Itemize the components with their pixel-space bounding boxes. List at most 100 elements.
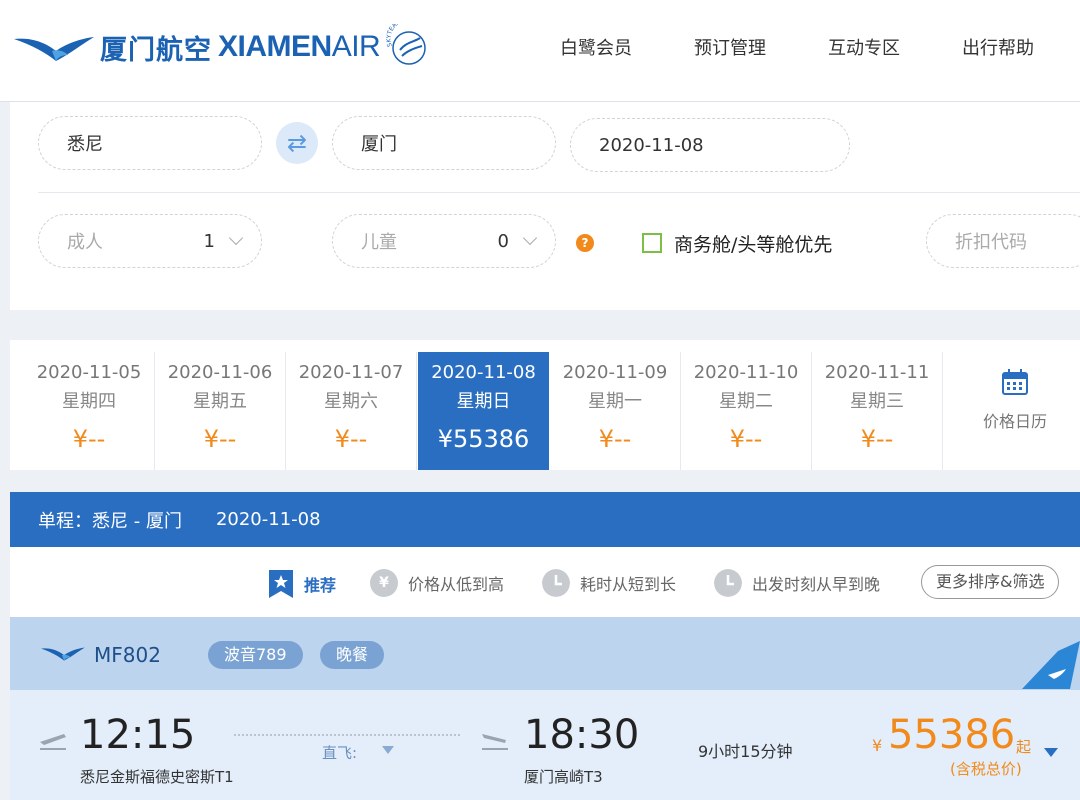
nav-booking-management[interactable]: 预订管理 [694,34,766,60]
departure-time: 12:15 [80,712,196,758]
price-calendar-button[interactable]: 价格日历 [950,352,1080,470]
nav-interactive-zone[interactable]: 互动专区 [828,34,900,60]
discount-code-input[interactable]: 折扣代码 [926,214,1080,268]
discount-code-placeholder: 折扣代码 [955,232,1027,253]
tax-note: (含税总价) [950,760,1022,778]
sort-price-label: 价格从低到高 [408,575,505,594]
swap-arrows-icon: ⇄ [286,129,308,157]
date-cell-weekday: 星期一 [588,391,642,412]
more-sort-filter-button[interactable]: 更多排序&筛选 [921,565,1060,599]
destination-value: 厦门 [361,134,397,155]
date-cell-date: 2020-11-10 [693,362,799,383]
arrival-time: 18:30 [524,712,640,758]
price-suffix: 起 [1016,738,1032,756]
brand-name-cn: 厦门航空 [100,34,212,66]
brand-name-en: XIAMENAIR [218,30,381,64]
clock-icon [542,569,570,597]
route-date: 2020-11-08 [215,509,321,530]
date-cell-date: 2020-11-06 [167,362,273,383]
aircraft-tag: 波音789 [208,641,303,669]
date-cell-date: 2020-11-05 [36,362,142,383]
date-cell[interactable]: 2020-11-06 星期五 ¥-- [155,352,286,470]
date-cell-date: 2020-11-08 [431,362,536,383]
date-cell-weekday: 星期四 [62,391,116,412]
date-cell-price: ¥-- [729,425,763,453]
sort-duration[interactable]: 耗时从短到长 [542,569,676,597]
search-panel: 悉尼 ⇄ 厦门 2020-11-08 成人 1 儿童 0 ? 商务舱/头等舱优先… [10,102,1080,310]
date-cell-price: ¥-- [860,425,894,453]
sort-recommend[interactable]: 推荐 [268,569,336,599]
nav-travel-help[interactable]: 出行帮助 [962,34,1034,60]
destination-field[interactable]: 厦门 [332,116,556,170]
panel-divider [38,192,1080,193]
date-cell[interactable]: 2020-11-07 星期六 ¥-- [286,352,417,470]
adult-count: 1 [203,230,215,252]
business-first-checkbox[interactable] [642,233,662,253]
route-line [234,734,460,736]
date-cell-selected[interactable]: 2020-11-08 星期日 ¥55386 [418,352,549,470]
yen-icon: ¥ [370,569,398,597]
date-cell[interactable]: 2020-11-10 星期二 ¥-- [681,352,812,470]
sort-price[interactable]: ¥ 价格从低到高 [370,569,504,597]
adult-label: 成人 [67,232,103,253]
flight-card-header: MF802 波音789 晚餐 [10,617,1080,690]
brand-name-en-bold: XIAMEN [218,30,332,63]
nav-egret-member[interactable]: 白鹭会员 [560,34,632,60]
chevron-down-icon [228,230,244,246]
date-cell-weekday: 星期六 [324,391,378,412]
business-first-label: 商务舱/头等舱优先 [674,234,833,256]
sort-departure[interactable]: 出发时刻从早到晚 [714,569,880,597]
caret-down-icon[interactable] [382,746,394,754]
sort-bar: 推荐 ¥ 价格从低到高 耗时从短到长 出发时刻从早到晚 更多排序&筛选 [10,547,1080,617]
aircraft-tail-icon [1022,641,1080,689]
stop-type: 直飞: [322,744,358,762]
svg-text:SKYTEAM: SKYTEAM [386,24,403,48]
adult-selector[interactable]: 成人 1 [38,214,262,268]
xiamen-air-logo[interactable]: 厦门航空 XIAMENAIR SKYTEAM [12,24,432,70]
meal-tag: 晚餐 [320,641,385,669]
date-cell-price: ¥-- [598,425,632,453]
sort-recommend-label: 推荐 [304,576,337,595]
main-nav: 白鹭会员 预订管理 互动专区 出行帮助 [560,34,1080,60]
expand-caret-icon[interactable] [1044,748,1058,757]
arrival-airport: 厦门高崎T3 [524,768,603,786]
flight-duration: 9小时15分钟 [698,742,793,761]
flight-card-body[interactable]: 12:15 悉尼金斯福德史密斯T1 直飞: 18:30 厦门高崎T3 9小时15… [10,690,1080,800]
price-currency: ¥ [872,736,883,755]
date-cell-price: ¥-- [72,425,106,453]
date-cell-weekday: 星期五 [193,391,247,412]
calendar-icon [1002,369,1028,395]
clock-icon [714,569,742,597]
date-cell-date: 2020-11-07 [298,362,404,383]
date-cell[interactable]: 2020-11-05 星期四 ¥-- [24,352,155,470]
skyteam-logo-icon: SKYTEAM [386,24,426,65]
chevron-down-icon [522,230,538,246]
site-header: 厦门航空 XIAMENAIR SKYTEAM 白鹭会员 预订管理 互动专区 出行… [0,0,1080,102]
date-cell-price: ¥-- [334,425,368,453]
date-cell-price: ¥-- [203,425,237,453]
help-icon[interactable]: ? [576,234,594,252]
child-selector[interactable]: 儿童 0 [332,214,556,268]
egret-logo-icon [41,647,85,661]
origin-field[interactable]: 悉尼 [38,116,262,170]
swap-cities-button[interactable]: ⇄ [276,122,318,164]
child-label: 儿童 [361,232,397,253]
takeoff-icon [40,734,66,750]
price-calendar-label: 价格日历 [982,412,1047,431]
route-summary-bar: 单程：悉尼 - 厦门 2020-11-08 [10,492,1080,547]
date-cell-price: ¥55386 [437,425,530,453]
date-cell[interactable]: 2020-11-11 星期三 ¥-- [812,352,943,470]
skyteam-text: SKYTEAM [386,24,403,48]
date-cell-date: 2020-11-11 [824,362,930,383]
date-cell-date: 2020-11-09 [562,362,668,383]
departure-airport: 悉尼金斯福德史密斯T1 [80,768,234,786]
child-count: 0 [497,230,509,252]
star-badge-icon [269,570,293,598]
origin-value: 悉尼 [67,134,103,155]
date-field[interactable]: 2020-11-08 [570,118,850,172]
route-label: 单程：悉尼 - 厦门 [38,510,182,532]
flight-number: MF802 [94,643,161,667]
date-cell[interactable]: 2020-11-09 星期一 ¥-- [550,352,681,470]
date-value: 2020-11-08 [599,134,704,156]
date-cell-weekday: 星期二 [719,391,773,412]
